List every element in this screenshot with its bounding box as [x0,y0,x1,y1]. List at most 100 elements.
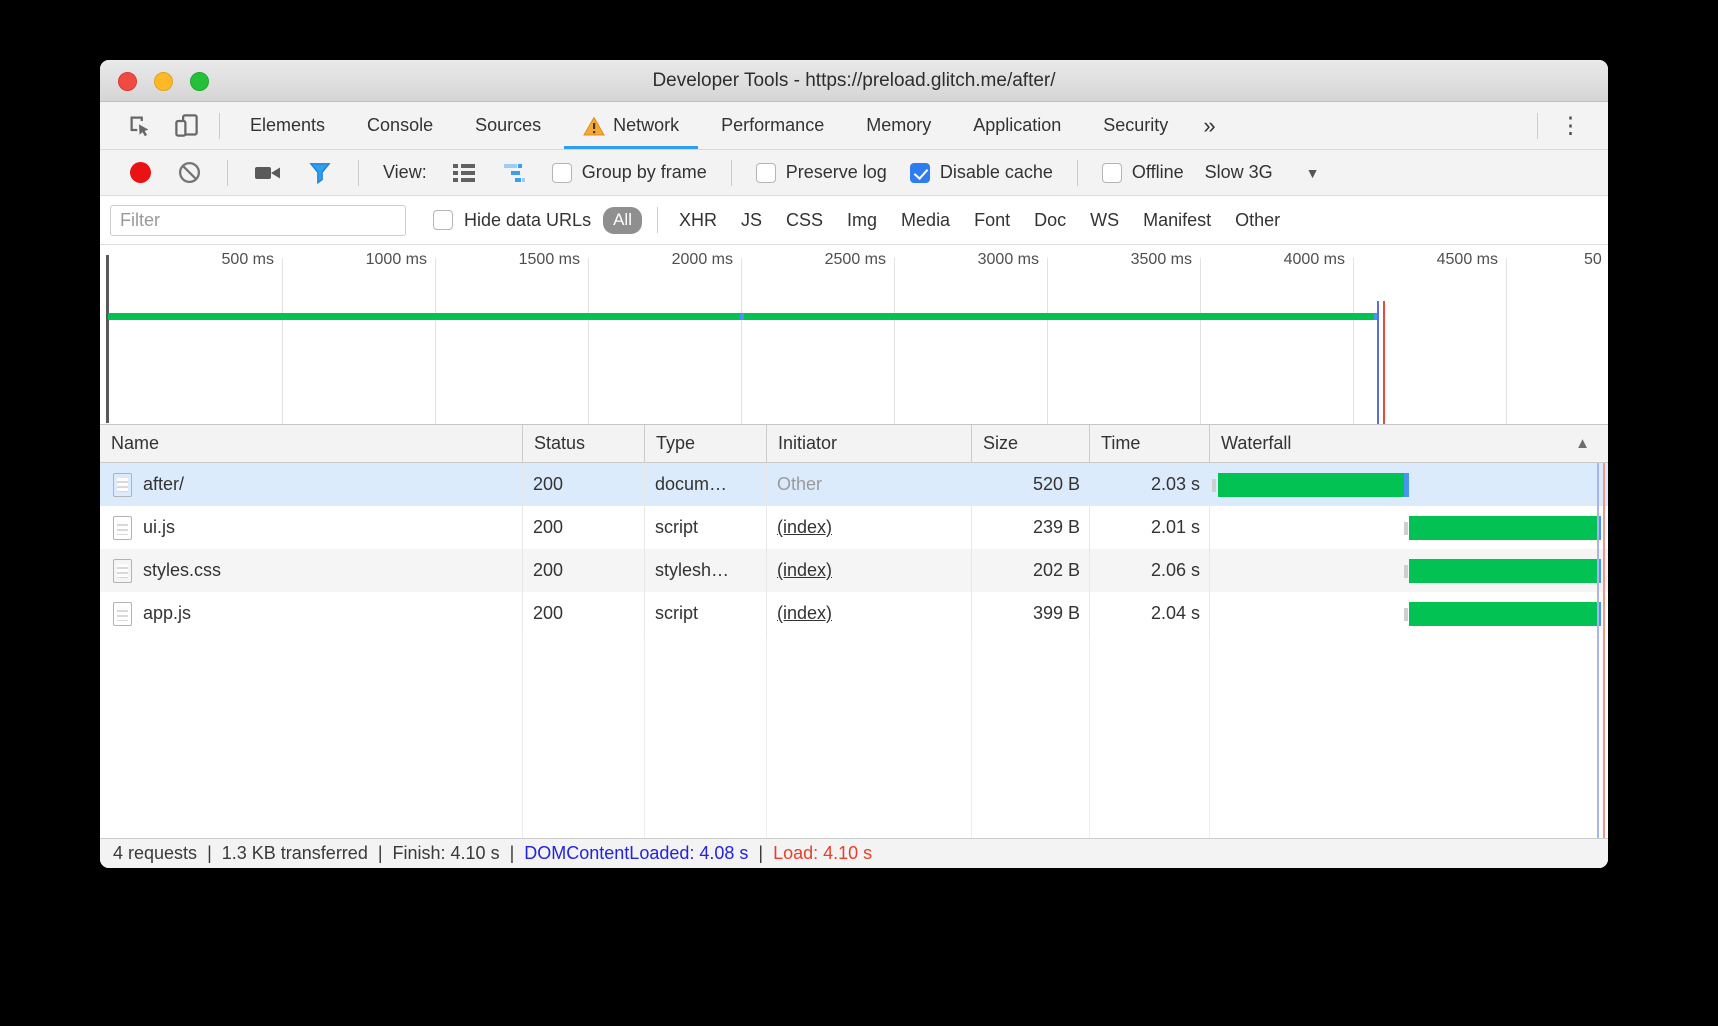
waterfall-bar[interactable] [1409,602,1597,626]
type-filter-css[interactable]: CSS [774,210,835,231]
type-filter-manifest[interactable]: Manifest [1131,210,1223,231]
group-by-frame-checkbox[interactable] [552,163,572,183]
tab-memory[interactable]: Memory [845,102,952,149]
request-size: 399 B [972,592,1090,635]
separator: | [378,843,383,864]
timeline-gridline [894,258,895,424]
disable-cache-option: Disable cache [902,162,1061,183]
sort-arrow-icon[interactable]: ▲ [1575,435,1590,452]
waterfall-bar[interactable] [1409,516,1597,540]
timeline-gridline [282,258,283,424]
waterfall-stalled-tick [1404,522,1408,535]
tab-security[interactable]: Security [1082,102,1189,149]
timeline-tick-label: 500 ms [124,251,274,269]
tab-performance[interactable]: Performance [700,102,845,149]
camera-icon [253,162,282,184]
request-name: styles.css [143,560,221,581]
table-row[interactable]: styles.css 200 stylesh… (index) 202 B 2.… [100,549,1608,592]
document-file-icon [113,602,132,626]
dcl-marker-line [1377,301,1379,424]
column-header-name[interactable]: Name [100,425,523,462]
type-filter-img[interactable]: Img [835,210,889,231]
zoom-button[interactable] [190,72,209,91]
request-status: 200 [523,549,645,592]
request-status: 200 [523,592,645,635]
disable-cache-checkbox[interactable] [910,163,930,183]
column-header-type[interactable]: Type [645,425,767,462]
column-header-time[interactable]: Time [1090,425,1210,462]
timeline-gridline [588,258,589,424]
table-row[interactable]: app.js 200 script (index) 399 B 2.04 s [100,592,1608,635]
request-time: 2.04 s [1090,592,1210,635]
waterfall-bar[interactable] [1409,559,1597,583]
load-time: Load: 4.10 s [773,843,872,864]
request-status: 200 [523,506,645,549]
device-toolbar-button[interactable] [163,102,210,149]
preserve-log-checkbox[interactable] [756,163,776,183]
view-list-button[interactable] [442,162,486,184]
type-filter-all[interactable]: All [603,207,642,234]
record-button[interactable] [130,162,151,183]
type-filter-js[interactable]: JS [729,210,774,231]
request-type: stylesh… [645,549,767,592]
timeline-gridline [741,258,742,424]
request-size: 202 B [972,549,1090,592]
chevron-down-icon[interactable]: ▼ [1306,165,1320,181]
type-filter-font[interactable]: Font [962,210,1022,231]
type-filter-media[interactable]: Media [889,210,962,231]
request-time: 2.03 s [1090,463,1210,506]
disable-cache-label: Disable cache [940,162,1053,183]
type-filter-other[interactable]: Other [1223,210,1292,231]
offline-label: Offline [1132,162,1184,183]
view-waterfall-button[interactable] [493,162,537,184]
request-initiator-link[interactable]: (index) [777,603,832,624]
waterfall-bar-cap [1404,473,1409,497]
filter-toggle-button[interactable] [298,159,342,186]
tab-network[interactable]: Network [562,102,700,149]
separator: | [510,843,515,864]
type-filter-ws[interactable]: WS [1078,210,1131,231]
request-type: docum… [645,463,767,506]
empty-rows-area [100,635,1608,838]
main-menu-icon[interactable]: ⋮ [1547,112,1594,139]
close-button[interactable] [118,72,137,91]
type-filter-xhr[interactable]: XHR [667,210,729,231]
offline-checkbox[interactable] [1102,163,1122,183]
list-view-icon [451,162,477,184]
hide-data-urls-option: Hide data URLs [433,210,591,231]
document-file-icon [113,516,132,540]
column-header-status[interactable]: Status [523,425,645,462]
timeline-tick-label: 50 [1584,251,1608,269]
requests-table-header: Name Status Type Initiator Size Time Wat… [100,425,1608,463]
clear-button[interactable] [168,160,211,185]
preserve-log-label: Preserve log [786,162,887,183]
filter-input[interactable] [110,205,406,236]
tab-sources[interactable]: Sources [454,102,562,149]
request-initiator-link[interactable]: (index) [777,560,832,581]
column-header-waterfall[interactable]: Waterfall ▲ [1210,425,1608,462]
capture-screenshots-button[interactable] [244,162,291,184]
inspect-element-button[interactable] [116,102,163,149]
waterfall-bar[interactable] [1218,473,1404,497]
hide-data-urls-checkbox[interactable] [433,210,453,230]
timeline-overview[interactable]: 500 ms 1000 ms 1500 ms 2000 ms 2500 ms 3… [100,245,1608,425]
column-header-initiator[interactable]: Initiator [767,425,972,462]
table-row[interactable]: ui.js 200 script (index) 239 B 2.01 s [100,506,1608,549]
minimize-button[interactable] [154,72,173,91]
panel-tabbar: Elements Console Sources Network Perform… [100,102,1608,150]
more-tabs-icon[interactable]: » [1189,113,1229,139]
tab-application[interactable]: Application [952,102,1082,149]
type-filter-doc[interactable]: Doc [1022,210,1078,231]
request-initiator-link[interactable]: (index) [777,517,832,538]
filter-funnel-icon [307,159,333,186]
tab-console[interactable]: Console [346,102,454,149]
request-status: 200 [523,463,645,506]
offline-option: Offline [1094,162,1192,183]
waterfall-stalled-tick [1404,608,1408,621]
timeline-drag-handle[interactable] [106,255,109,423]
tab-elements[interactable]: Elements [229,102,346,149]
column-header-size[interactable]: Size [972,425,1090,462]
table-row[interactable]: after/ 200 docum… Other 520 B 2.03 s [100,463,1608,506]
throttling-select[interactable]: Slow 3G [1205,162,1273,183]
request-initiator: Other [767,463,972,506]
